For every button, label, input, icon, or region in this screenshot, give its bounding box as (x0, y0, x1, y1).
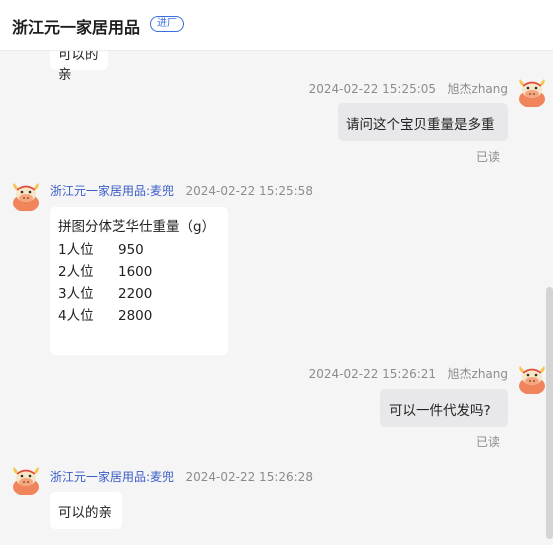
weight-table-title: 拼图分体芝华仕重量（g） (58, 219, 216, 235)
seat-label: 1人位 (58, 242, 94, 258)
seller-avatar-icon[interactable] (11, 181, 41, 211)
user-avatar-icon[interactable] (517, 77, 547, 107)
message-text: 可以的亲 (58, 51, 99, 83)
message-timestamp: 2024-02-22 15:25:05 (308, 82, 437, 96)
seller-avatar-icon[interactable] (11, 465, 41, 495)
chat-header: 浙江元一家居用品 进厂 (0, 0, 553, 51)
message-timestamp: 2024-02-22 15:25:58 (185, 184, 313, 198)
chat-message-list[interactable]: 可以的亲 2024-02-22 15:25:05 旭杰zhang 请问这个宝贝重… (0, 51, 553, 545)
message-meta: 浙江元一家居用品:麦兜 2024-02-22 15:26:28 (50, 468, 313, 485)
user-avatar-icon[interactable] (517, 364, 547, 394)
weight-value: 1600 (118, 264, 153, 280)
chat-scrollbar[interactable] (546, 287, 553, 539)
read-status: 已读 (476, 150, 501, 164)
message-bubble-outgoing: 可以一件代发吗? (380, 389, 508, 427)
weight-row: 1人位 950 (58, 239, 220, 261)
message-sender[interactable]: 浙江元一家居用品:麦兜 (50, 184, 174, 198)
read-status: 已读 (476, 435, 501, 449)
shop-badge: 进厂 (150, 16, 184, 32)
message-meta: 2024-02-22 15:26:21 旭杰zhang (309, 365, 508, 382)
message-timestamp: 2024-02-22 15:26:21 (308, 367, 437, 381)
message-sender[interactable]: 浙江元一家居用品:麦兜 (50, 470, 174, 484)
seat-label: 2人位 (58, 264, 94, 280)
message-bubble-incoming: 拼图分体芝华仕重量（g） 1人位 950 2人位 1600 3人位 2200 4… (50, 207, 228, 355)
weight-value: 2200 (118, 286, 153, 302)
message-bubble-outgoing: 请问这个宝贝重量是多重 (338, 103, 508, 141)
message-meta: 浙江元一家居用品:麦兜 2024-02-22 15:25:58 (50, 182, 313, 199)
weight-row: 2人位 1600 (58, 261, 220, 283)
message-bubble-incoming: 可以的亲 (50, 492, 122, 529)
message-text: 可以一件代发吗? (389, 403, 491, 419)
shop-name[interactable]: 浙江元一家居用品 (12, 14, 140, 38)
weight-row: 4人位 2800 (58, 305, 220, 327)
weight-row: 3人位 2200 (58, 283, 220, 305)
weight-value: 2800 (118, 308, 153, 324)
seat-label: 3人位 (58, 286, 94, 302)
message-text: 请问这个宝贝重量是多重 (346, 117, 495, 133)
message-sender: 旭杰zhang (447, 82, 508, 96)
message-text: 可以的亲 (58, 505, 112, 521)
message-meta: 2024-02-22 15:25:05 旭杰zhang (309, 80, 508, 97)
message-timestamp: 2024-02-22 15:26:28 (185, 470, 313, 484)
message-bubble-partial: 可以的亲 (50, 51, 108, 83)
message-sender: 旭杰zhang (447, 367, 508, 381)
seat-label: 4人位 (58, 308, 94, 324)
weight-value: 950 (118, 242, 144, 258)
